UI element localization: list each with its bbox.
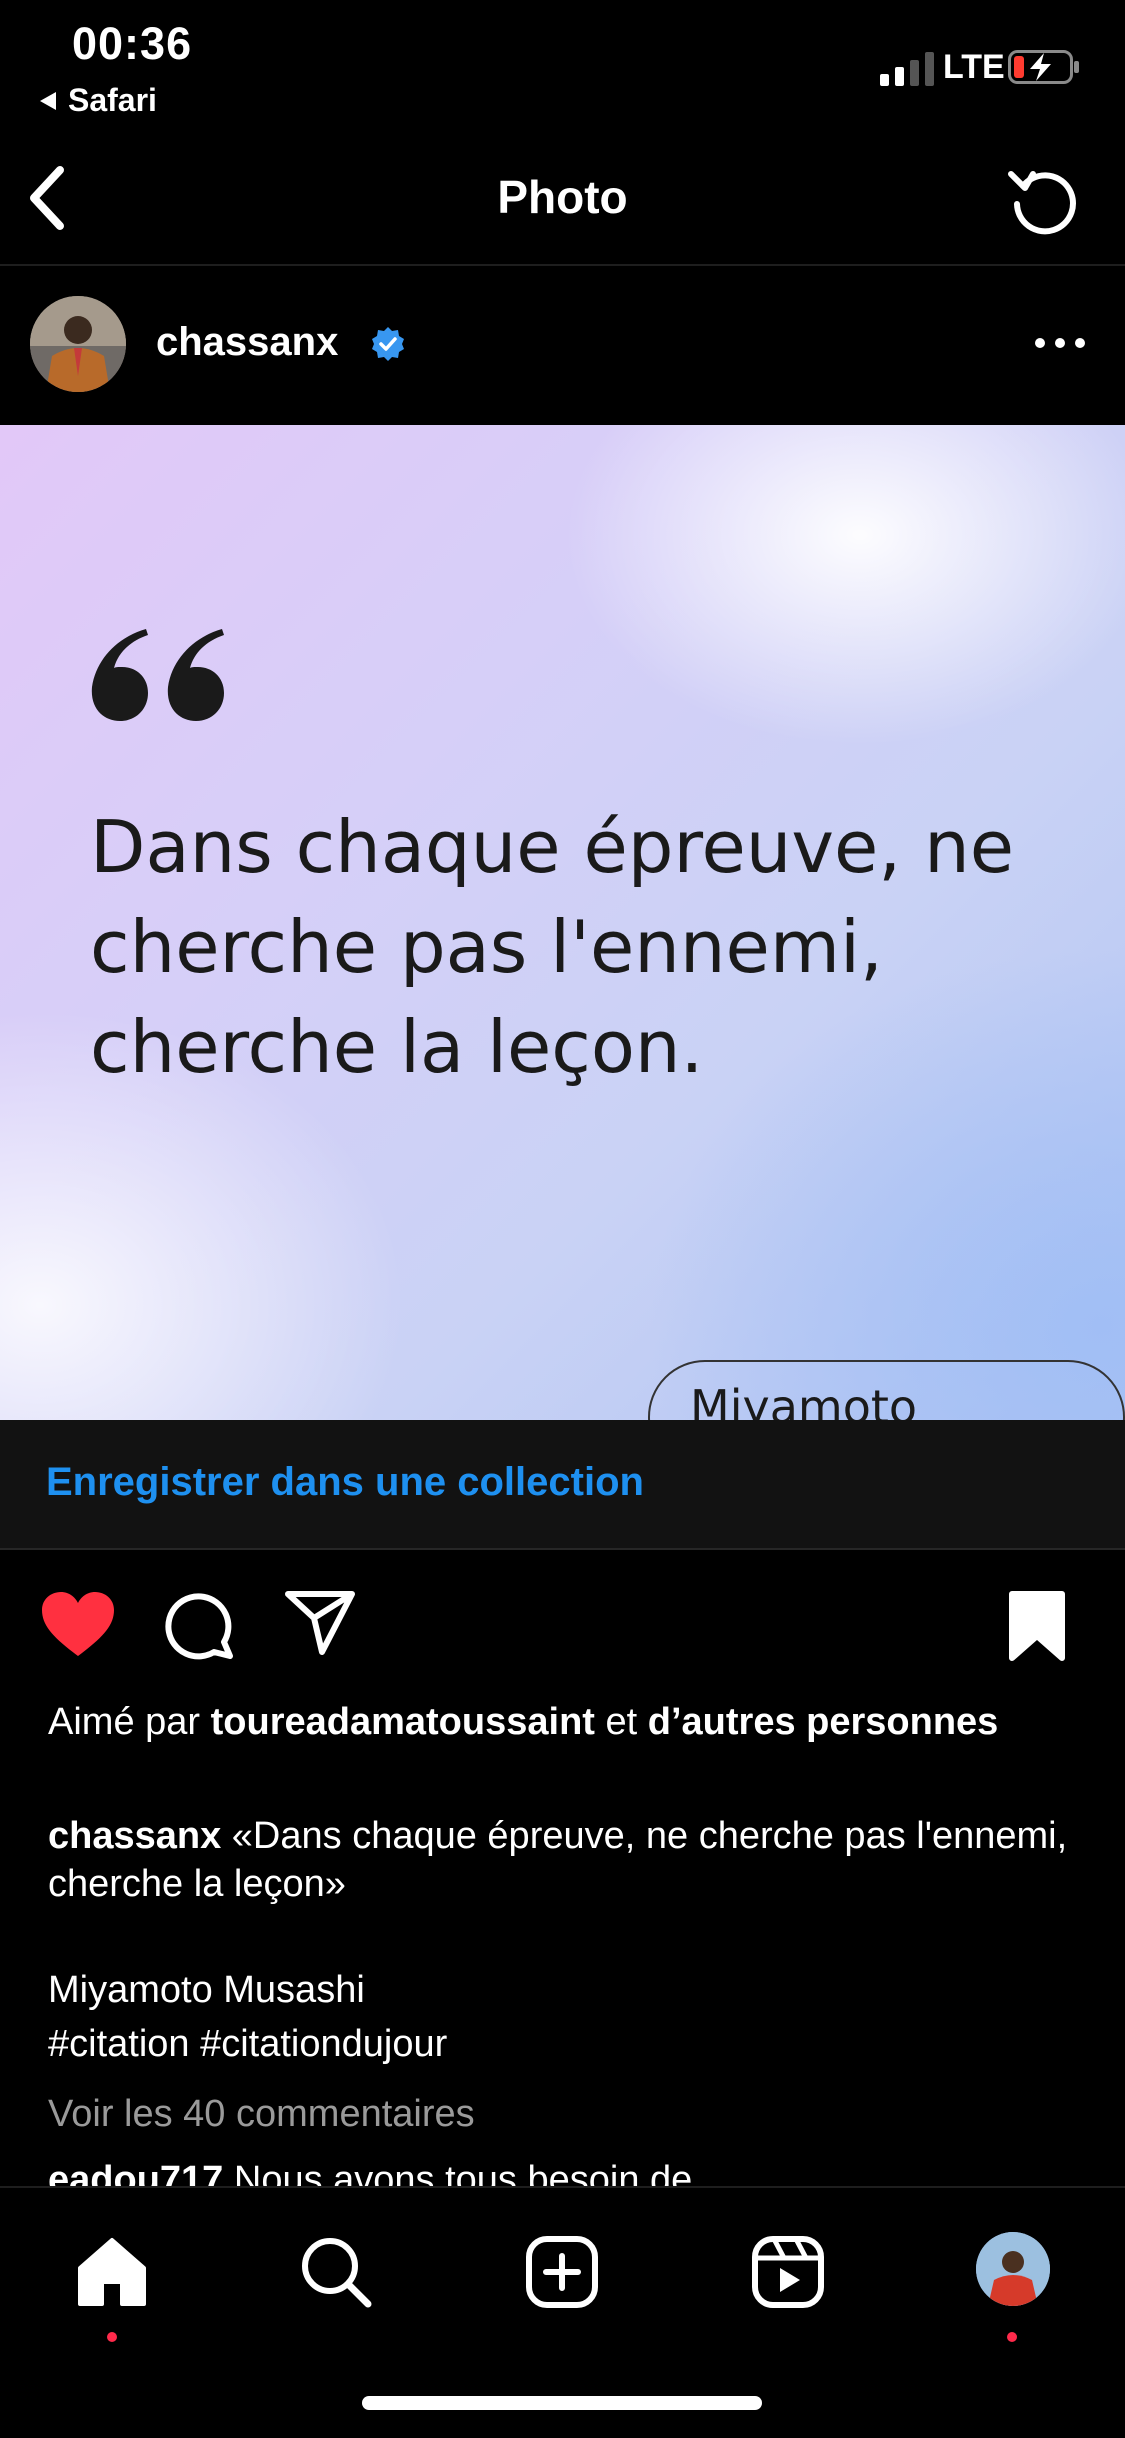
likes-user[interactable]: toureadamatoussaint bbox=[211, 1701, 595, 1743]
create-icon[interactable] bbox=[524, 2234, 600, 2310]
preview-comment-text: Nous avons tous besoin de bbox=[233, 2159, 693, 2186]
caption-hashtags[interactable]: #citation #citationdujour bbox=[48, 2020, 1078, 2068]
save-to-collection-bar: Enregistrer dans une collection bbox=[0, 1420, 1125, 1550]
signal-icon bbox=[880, 52, 934, 86]
home-indicator bbox=[362, 2396, 762, 2410]
reels-icon[interactable] bbox=[750, 2234, 826, 2310]
share-icon[interactable] bbox=[284, 1590, 356, 1656]
likes-summary[interactable]: Aimé par toureadamatoussaint et d’autres… bbox=[48, 1698, 1078, 1746]
home-notification-dot bbox=[107, 2332, 117, 2342]
quote-mark-icon bbox=[91, 629, 224, 721]
preview-comment-username[interactable]: eadou717 bbox=[48, 2159, 223, 2186]
caption-username[interactable]: chassanx bbox=[48, 1815, 221, 1857]
preview-comment: eadou717 Nous avons tous besoin de bbox=[48, 2156, 1078, 2186]
refresh-icon[interactable] bbox=[1003, 160, 1083, 240]
comment-icon[interactable] bbox=[164, 1590, 234, 1660]
home-icon[interactable] bbox=[74, 2234, 150, 2310]
header-divider bbox=[0, 264, 1125, 266]
status-time: 00:36 bbox=[72, 18, 193, 69]
post-image[interactable]: Dans chaque épreuve, ne cherche pas l'en… bbox=[0, 425, 1125, 1420]
post-username[interactable]: chassanx bbox=[156, 320, 338, 365]
back-triangle-icon bbox=[40, 91, 56, 110]
network-label: LTE bbox=[943, 48, 1005, 86]
battery-icon bbox=[1008, 50, 1079, 84]
back-to-app-link[interactable]: Safari bbox=[38, 82, 157, 119]
quote-author-pill: Miyamoto Musashi bbox=[648, 1360, 1125, 1420]
profile-avatar-photo bbox=[976, 2232, 1050, 2306]
quote-text: Dans chaque épreuve, ne cherche pas l'en… bbox=[90, 805, 1015, 1089]
caption-author: Miyamoto Musashi bbox=[48, 1969, 365, 2011]
verified-badge-icon bbox=[372, 327, 404, 361]
save-to-collection-link[interactable]: Enregistrer dans une collection bbox=[46, 1460, 644, 1505]
avatar-photo bbox=[30, 296, 126, 392]
profile-notification-dot bbox=[1007, 2332, 1017, 2342]
post-author-avatar[interactable] bbox=[30, 296, 126, 392]
view-comments-link[interactable]: Voir les 40 commentaires bbox=[48, 2090, 1078, 2138]
post-caption: chassanx «Dans chaque épreuve, ne cherch… bbox=[48, 1812, 1078, 1908]
page-title: Photo bbox=[497, 171, 628, 223]
bookmark-icon[interactable] bbox=[1008, 1590, 1066, 1662]
heart-icon[interactable] bbox=[40, 1590, 116, 1660]
likes-prefix: Aimé par bbox=[48, 1701, 201, 1743]
likes-others[interactable]: d’autres personnes bbox=[648, 1701, 999, 1743]
search-icon[interactable] bbox=[298, 2234, 374, 2310]
more-options-icon[interactable] bbox=[1030, 328, 1090, 358]
back-app-label: Safari bbox=[68, 82, 157, 118]
likes-middle: et bbox=[605, 1701, 638, 1743]
profile-avatar[interactable] bbox=[976, 2232, 1050, 2306]
